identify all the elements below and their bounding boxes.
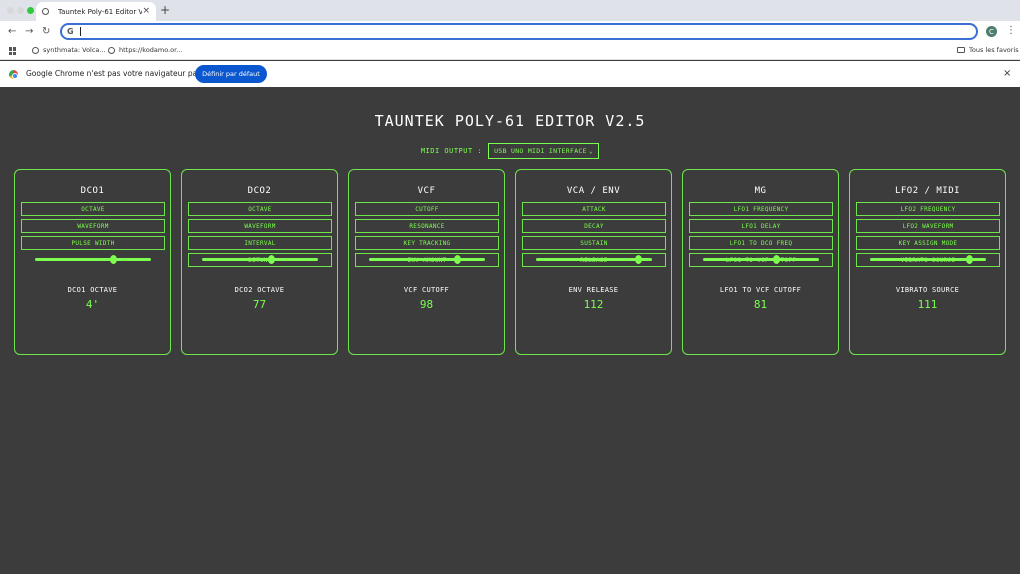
text-caret	[79, 27, 81, 36]
all-bookmarks-label: Tous les favoris	[969, 46, 1019, 54]
param-button-key-tracking[interactable]: KEY TRACKING	[355, 236, 499, 250]
param-value: 112	[583, 298, 604, 311]
page-title: TAUNTEK POLY-61 EDITOR V2.5	[374, 112, 646, 130]
panel-dco1: DCO1 OCTAVE WAVEFORM PULSE WIDTH DCO1 OCTAVE…	[14, 169, 171, 355]
param-label: DCO2 OCTAVE	[234, 286, 285, 294]
new-tab-button[interactable]: +	[160, 3, 170, 17]
param-label: DCO1 OCTAVE	[67, 286, 118, 294]
reload-button[interactable]: ↻	[42, 25, 50, 39]
globe-icon	[108, 46, 115, 54]
profile-avatar[interactable]: C	[986, 26, 997, 37]
value-slider[interactable]	[703, 255, 819, 264]
value-slider[interactable]	[870, 255, 986, 264]
panel-vcf: VCFCUTOFFRESONANCEKEY TRACKINGENV AMOUNT…	[348, 169, 505, 355]
param-value: 77	[252, 298, 267, 311]
forward-button[interactable]: →	[25, 25, 33, 39]
param-button-lfo2-waveform[interactable]: LFO2 WAVEFORM	[856, 219, 1000, 233]
slider-thumb[interactable]	[772, 255, 780, 264]
param-button-cutoff[interactable]: CUTOFF	[355, 202, 499, 216]
panel-lfo2-midi: LFO2 / MIDI LFO2 FREQUENCY LFO2 WAVEFORM KE…	[849, 169, 1006, 355]
param-label: ENV RELEASE	[568, 286, 619, 294]
panel-mg: MG LFO1 FREQUENCY LFO1 DELAY LFO1 TO DCO FR…	[682, 169, 839, 355]
tab-strip: Tauntek Poly-61 Editor V2.5 × +	[0, 0, 1020, 21]
tab-favicon-icon	[42, 8, 49, 15]
browser-menu-icon[interactable]: ⋮	[1006, 25, 1016, 37]
panel-title: LFO2 / MIDI	[894, 186, 961, 196]
bookmark-kodamo[interactable]: https://kodamo.or...	[108, 46, 182, 54]
param-button-lfo1-to-dco-freq[interactable]: LFO1 TO DCO FREQ	[689, 236, 833, 250]
folder-icon	[957, 47, 965, 53]
midi-output-label: MIDI OUTPUT :	[420, 147, 483, 155]
set-default-button[interactable]: Définir par défaut	[195, 65, 267, 83]
globe-icon	[32, 46, 39, 54]
tab-close-icon[interactable]: ×	[142, 7, 150, 16]
value-slider[interactable]	[35, 255, 151, 264]
panel-title: VCA / ENV	[566, 186, 621, 196]
param-button-octave[interactable]: OCTAVE	[188, 202, 332, 216]
slider-thumb[interactable]	[453, 255, 461, 264]
bookmark-label: https://kodamo.or...	[119, 46, 183, 54]
param-button-decay[interactable]: DECAY	[522, 219, 666, 233]
param-button-waveform[interactable]: WAVEFORM	[188, 219, 332, 233]
param-button-key-assign-mode[interactable]: KEY ASSIGN MODE	[856, 236, 1000, 250]
param-label: VCF CUTOFF	[403, 286, 450, 294]
browser-toolbar: ← → ↻ G C ⋮	[0, 21, 1020, 43]
bookmark-label: synthmata: Volca...	[43, 46, 106, 54]
panel-dco2: DCO2OCTAVEWAVEFORMINTERVALDETUNEDCO2 OCT…	[181, 169, 338, 355]
param-value: 111	[917, 298, 938, 311]
param-value: 4'	[85, 298, 100, 311]
back-button[interactable]: ←	[8, 25, 16, 39]
window-zoom-button[interactable]	[27, 7, 34, 14]
slider-thumb[interactable]	[110, 255, 118, 264]
google-icon: G	[67, 27, 74, 36]
midi-output-value: USB UNO MIDI INTERFACE	[494, 147, 587, 155]
value-slider[interactable]	[369, 255, 485, 264]
midi-output-select[interactable]: USB UNO MIDI INTERFACE ⌄	[488, 143, 600, 159]
param-button-waveform[interactable]: WAVEFORM	[21, 219, 165, 233]
param-button-lfo1-frequency[interactable]: LFO1 FREQUENCY	[689, 202, 833, 216]
panel-title: MG	[754, 186, 767, 196]
window-close-button[interactable]	[7, 7, 14, 14]
chevron-down-icon: ⌄	[588, 147, 594, 155]
panel-title: DCO2	[247, 186, 272, 196]
apps-grid-icon[interactable]	[9, 47, 17, 55]
address-bar[interactable]: G	[60, 23, 978, 40]
infobar-close-icon[interactable]: ×	[1003, 68, 1011, 80]
param-button-attack[interactable]: ATTACK	[522, 202, 666, 216]
all-bookmarks[interactable]: Tous les favoris	[957, 46, 1019, 54]
param-label: VIBRATO SOURCE	[895, 286, 960, 294]
param-button-lfo1-delay[interactable]: LFO1 DELAY	[689, 219, 833, 233]
chrome-logo-icon	[9, 70, 18, 79]
panel-title: DCO1	[80, 186, 105, 196]
panel-vca-env: VCA / ENVATTACKDECAYSUSTAINRELEASEENV RE…	[515, 169, 672, 355]
window-minimize-button[interactable]	[17, 7, 24, 14]
tab-title: Tauntek Poly-61 Editor V2.5	[58, 7, 143, 16]
value-slider[interactable]	[536, 255, 652, 264]
param-button-octave[interactable]: OCTAVE	[21, 202, 165, 216]
slider-thumb[interactable]	[634, 255, 642, 264]
param-value: 98	[419, 298, 434, 311]
bookmark-synthmata[interactable]: synthmata: Volca...	[32, 46, 106, 54]
param-button-sustain[interactable]: SUSTAIN	[522, 236, 666, 250]
default-browser-infobar: Google Chrome n'est pas votre navigateur…	[0, 61, 1020, 87]
browser-tab[interactable]: Tauntek Poly-61 Editor V2.5 ×	[36, 2, 156, 21]
param-button-interval[interactable]: INTERVAL	[188, 236, 332, 250]
value-slider[interactable]	[202, 255, 318, 264]
bookmarks-bar: synthmata: Volca... https://kodamo.or...…	[0, 43, 1020, 60]
panel-title: VCF	[417, 186, 436, 196]
midi-output-row: MIDI OUTPUT : USB UNO MIDI INTERFACE ⌄	[0, 143, 1020, 159]
param-value: 81	[753, 298, 768, 311]
param-label: LFO1 TO VCF CUTOFF	[719, 286, 802, 294]
param-button-pulse-width[interactable]: PULSE WIDTH	[21, 236, 165, 250]
param-button-lfo2-frequency[interactable]: LFO2 FREQUENCY	[856, 202, 1000, 216]
param-button-resonance[interactable]: RESONANCE	[355, 219, 499, 233]
